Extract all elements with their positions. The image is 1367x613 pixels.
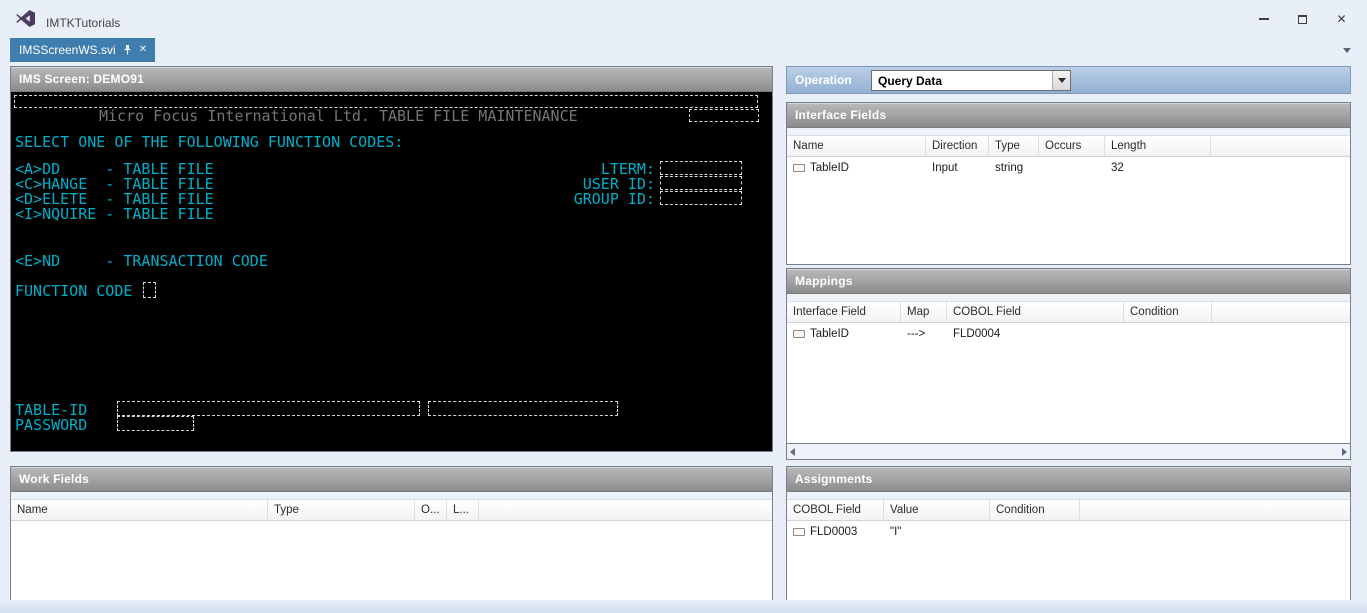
- interface-fields-header: Interface Fields: [787, 103, 1350, 128]
- terminal-code-end: <E>ND - TRANSACTION CODE: [15, 252, 268, 270]
- cell-cobol-field: FLD0003: [787, 526, 884, 538]
- column-header-name[interactable]: Name: [787, 136, 926, 156]
- minimize-icon: [1258, 18, 1269, 20]
- terminal-function-code-field[interactable]: [143, 282, 156, 298]
- assignments-grid: COBOL Field Value Condition FLD0003 "I": [787, 499, 1350, 600]
- column-header-filler: [1211, 136, 1350, 156]
- column-header-value[interactable]: Value: [884, 500, 990, 520]
- column-header-length[interactable]: Length: [1105, 136, 1211, 156]
- table-row[interactable]: FLD0003 "I": [787, 521, 1350, 542]
- window-bottom-edge: [0, 600, 1367, 613]
- field-icon: [793, 163, 805, 172]
- cell-direction: Input: [932, 161, 958, 174]
- column-header-length[interactable]: L...: [447, 500, 479, 520]
- column-header-map[interactable]: Map: [901, 302, 947, 322]
- cell-length: 32: [1111, 161, 1124, 174]
- minimize-button[interactable]: [1246, 8, 1281, 30]
- column-header-filler: [1212, 302, 1350, 322]
- operation-dropdown[interactable]: Query Data: [871, 70, 1071, 91]
- column-header-direction[interactable]: Direction: [926, 136, 989, 156]
- maximize-button[interactable]: [1285, 8, 1320, 30]
- ims-terminal[interactable]: Micro Focus International Ltd. TABLE FIL…: [11, 92, 772, 451]
- terminal-tableid-field[interactable]: [117, 401, 420, 416]
- interface-fields-body: TableID Input string 32: [787, 157, 1350, 264]
- operation-label: Operation: [795, 73, 852, 87]
- cell-map: --->: [907, 327, 926, 340]
- close-button[interactable]: ✕: [1324, 8, 1359, 30]
- column-header-type[interactable]: Type: [268, 500, 415, 520]
- work-fields-panel: Work Fields Name Type O... L...: [10, 466, 773, 601]
- cell-interface-field: TableID: [787, 328, 901, 340]
- table-row[interactable]: TableID ---> FLD0004: [787, 323, 1350, 344]
- mappings-column-headers: Interface Field Map COBOL Field Conditio…: [787, 302, 1350, 323]
- column-header-cobol-field[interactable]: COBOL Field: [787, 500, 884, 520]
- window-title: IMTKTutorials: [46, 16, 121, 30]
- field-icon: [793, 329, 805, 338]
- assignments-panel: Assignments COBOL Field Value Condition …: [786, 466, 1351, 601]
- mappings-grid: Interface Field Map COBOL Field Conditio…: [787, 301, 1350, 443]
- assignments-column-headers: COBOL Field Value Condition: [787, 500, 1350, 521]
- maximize-icon: [1298, 14, 1307, 24]
- column-header-occurs[interactable]: O...: [415, 500, 447, 520]
- scroll-right-icon[interactable]: [1342, 447, 1347, 456]
- visual-studio-logo-icon: [16, 10, 35, 27]
- chevron-down-icon: [1057, 78, 1066, 83]
- column-header-cobol-field[interactable]: COBOL Field: [947, 302, 1124, 322]
- terminal-lterm-field[interactable]: [660, 161, 742, 175]
- mappings-body: TableID ---> FLD0004: [787, 323, 1350, 443]
- scroll-left-icon[interactable]: [790, 447, 795, 456]
- table-row[interactable]: TableID Input string 32: [787, 157, 1350, 178]
- cell-type: string: [995, 161, 1024, 174]
- terminal-function-code-label: FUNCTION CODE: [15, 282, 133, 300]
- operation-bar: Operation Query Data: [786, 66, 1351, 94]
- mappings-header: Mappings: [787, 269, 1350, 294]
- assignments-header: Assignments: [787, 467, 1350, 492]
- cell-cobol-field: FLD0004: [953, 327, 1001, 340]
- column-header-filler: [479, 500, 772, 520]
- terminal-groupid-label: GROUP ID:: [573, 190, 655, 208]
- column-header-type[interactable]: Type: [989, 136, 1039, 156]
- cell-value: "I": [890, 525, 902, 538]
- interface-fields-grid: Name Direction Type Occurs Length TableI…: [787, 135, 1350, 264]
- operation-dropdown-button[interactable]: [1052, 71, 1070, 90]
- work-fields-body: [11, 521, 772, 600]
- interface-fields-column-headers: Name Direction Type Occurs Length: [787, 136, 1350, 157]
- ims-screen-header: IMS Screen: DEMO91: [11, 67, 772, 92]
- tab-close-icon[interactable]: ✕: [139, 45, 147, 55]
- terminal-input-field[interactable]: [689, 109, 759, 122]
- window-controls: ✕: [1246, 8, 1359, 30]
- terminal-groupid-field[interactable]: [660, 191, 742, 205]
- operation-selected-value: Query Data: [878, 74, 943, 88]
- interface-fields-panel: Interface Fields Name Direction Type Occ…: [786, 102, 1351, 265]
- work-fields-grid: Name Type O... L...: [11, 499, 772, 600]
- column-header-name[interactable]: Name: [11, 500, 268, 520]
- document-tab-strip: IMSScreenWS.svi ✕: [0, 38, 1367, 62]
- mappings-panel: Mappings Interface Field Map COBOL Field…: [786, 268, 1351, 444]
- terminal-password-field[interactable]: [117, 416, 194, 431]
- work-fields-header: Work Fields: [11, 467, 772, 492]
- field-icon: [793, 527, 805, 536]
- column-header-occurs[interactable]: Occurs: [1039, 136, 1105, 156]
- column-header-filler: [1080, 500, 1350, 520]
- column-header-condition[interactable]: Condition: [1124, 302, 1212, 322]
- pin-icon[interactable]: [123, 44, 132, 56]
- title-bar: IMTKTutorials ✕: [0, 0, 1367, 38]
- terminal-banner-text: Micro Focus International Ltd. TABLE FIL…: [99, 107, 578, 125]
- horizontal-scrollbar[interactable]: [786, 444, 1351, 460]
- tab-label: IMSScreenWS.svi: [19, 43, 116, 57]
- close-icon: ✕: [1336, 12, 1347, 26]
- cell-name: TableID: [787, 162, 926, 174]
- terminal-code-inquire: <I>NQUIRE - TABLE FILE: [15, 205, 214, 223]
- terminal-password-label: PASSWORD: [15, 416, 88, 434]
- terminal-select-prompt: SELECT ONE OF THE FOLLOWING FUNCTION COD…: [15, 133, 404, 151]
- terminal-userid-field[interactable]: [660, 176, 742, 190]
- column-header-interface-field[interactable]: Interface Field: [787, 302, 901, 322]
- terminal-tableid-field-2[interactable]: [428, 401, 618, 416]
- tab-list-dropdown-icon[interactable]: [1343, 48, 1351, 53]
- assignments-body: FLD0003 "I": [787, 521, 1350, 600]
- tab-imsscreenws[interactable]: IMSScreenWS.svi ✕: [10, 38, 156, 62]
- work-fields-column-headers: Name Type O... L...: [11, 500, 772, 521]
- column-header-condition[interactable]: Condition: [990, 500, 1080, 520]
- ims-screen-panel: IMS Screen: DEMO91 Micro Focus Internati…: [10, 66, 773, 452]
